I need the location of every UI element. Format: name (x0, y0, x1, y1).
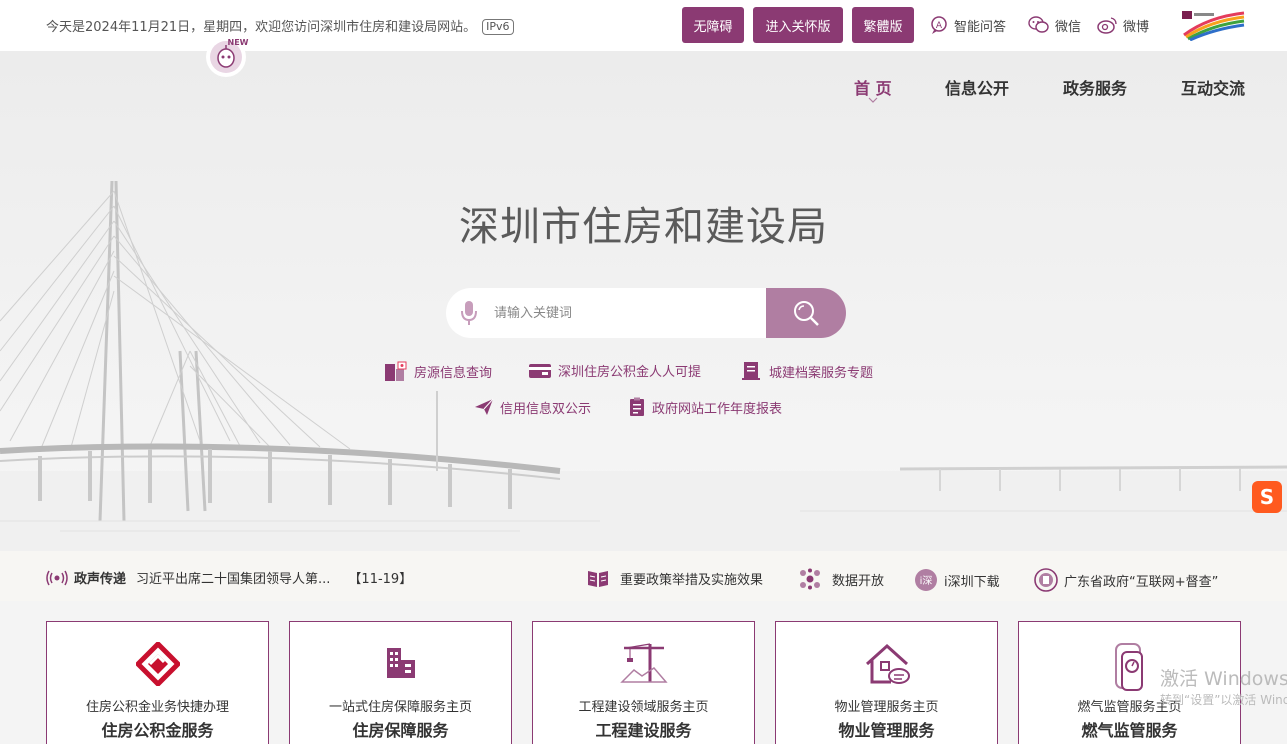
search-bar (446, 288, 846, 338)
windows-activation-hint: 转到“设置”以激活 Windows。 (1160, 693, 1287, 707)
card-sub: 一站式住房保障服务主页 (328, 700, 472, 715)
care-mode-button[interactable]: 进入关怀版 (753, 7, 843, 43)
house-chat-icon (865, 643, 910, 684)
new-badge: NEW (228, 38, 249, 47)
news-date: 【11-19】 (348, 572, 413, 587)
card-property-management[interactable]: 物业管理服务主页 物业管理服务 (775, 621, 998, 744)
card-housing-security[interactable]: 一站式住房保障服务主页 住房保障服务 (289, 621, 512, 744)
archives-label: 城建档案服务专题 (769, 365, 874, 381)
i-shenzhen-download-label: i深圳下载 (944, 574, 1000, 590)
provident-fund-withdraw-label: 深圳住房公积金人人可提 (558, 365, 702, 380)
chevron-down-icon (868, 97, 878, 103)
search-input[interactable] (494, 288, 764, 338)
card-title: 物业管理服务 (838, 721, 935, 740)
annual-report-label: 政府网站工作年度报表 (652, 401, 783, 417)
card-sub: 工程建设领域服务主页 (578, 700, 709, 715)
robot-assistant-icon[interactable]: NEW (204, 34, 252, 78)
open-data-link[interactable]: 数据开放 (798, 568, 884, 590)
site-title: 深圳市住房和建设局 (459, 204, 828, 250)
traditional-chinese-button[interactable]: 繁體版 (852, 7, 914, 43)
windows-activation-watermark: 激活 Windows (1160, 668, 1287, 690)
housing-search-label: 房源信息查询 (414, 365, 493, 381)
smart-qa-link[interactable]: A 智能问答 (929, 15, 1006, 35)
broadcast-icon (46, 570, 68, 585)
nav-interaction[interactable]: 互动交流 (1181, 75, 1245, 99)
paper-plane-icon (475, 398, 494, 415)
policy-effects-link[interactable]: 重要政策举措及实施效果 (586, 568, 763, 588)
building-icon (385, 361, 407, 381)
supervision-seal-icon (1034, 568, 1058, 592)
weibo-icon (1097, 17, 1117, 34)
internet-supervision-label: 广东省政府“互联网+督查” (1064, 574, 1219, 590)
apartment-icon (386, 648, 415, 678)
card-icon (529, 363, 551, 378)
nav-info-disclosure[interactable]: 信息公开 (945, 75, 1009, 99)
data-cluster-icon (800, 568, 820, 590)
internet-supervision-link[interactable]: 广东省政府“互联网+督查” (1034, 568, 1218, 592)
card-provident-fund[interactable]: 住房公积金业务快捷办理 住房公积金服务 (46, 621, 269, 744)
wechat-label: 微信 (1055, 19, 1082, 35)
wechat-icon (1028, 16, 1049, 33)
card-title: 住房保障服务 (352, 721, 449, 740)
provident-fund-icon (135, 642, 180, 686)
news-ticker[interactable]: 政声传递 习近平出席二十国集团领导人第... 【11-19】 (46, 568, 412, 587)
i-shenzhen-app-icon-text: i深 (920, 575, 933, 587)
provident-fund-withdraw-link[interactable]: 深圳住房公积金人人可提 (528, 361, 701, 380)
book-icon (588, 571, 608, 587)
weibo-link[interactable]: 微博 (1096, 15, 1149, 35)
sogou-ime-icon[interactable]: S (1252, 481, 1282, 513)
housing-search-link[interactable]: 房源信息查询 (384, 361, 492, 381)
i-shenzhen-app-icon: i深 (915, 569, 937, 591)
search-button[interactable] (766, 288, 846, 338)
card-title: 工程建设服务 (595, 721, 692, 740)
archives-link[interactable]: 城建档案服务专题 (741, 361, 873, 381)
shenzhen-logo-icon[interactable] (1178, 9, 1248, 41)
service-cards: 住房公积金业务快捷办理 住房公积金服务 一站式住房保障服务主页 住房保障服务 工… (0, 601, 1287, 744)
report-icon (630, 397, 644, 416)
credit-info-link[interactable]: 信用信息双公示 (474, 397, 591, 417)
archive-icon (742, 362, 760, 380)
news-label: 政声传递 (74, 572, 127, 587)
card-sub: 物业管理服务主页 (834, 700, 939, 715)
welcome-text: 今天是2024年11月21日，星期四，欢迎您访问深圳市住房和建设局网站。 IPv6 (46, 16, 514, 35)
smart-qa-icon: A (931, 16, 947, 34)
news-strip: 政声传递 习近平出席二十国集团领导人第... 【11-19】 重要政策举措及实施… (0, 551, 1287, 601)
open-data-label: 数据开放 (832, 573, 885, 589)
nav-home[interactable]: 首 页 (854, 75, 892, 99)
card-title: 住房公积金服务 (101, 721, 214, 740)
card-sub: 住房公积金业务快捷办理 (85, 700, 229, 715)
gas-meter-icon (1114, 643, 1143, 691)
search-icon (794, 301, 819, 326)
wechat-link[interactable]: 微信 (1028, 15, 1081, 35)
policy-effects-label: 重要政策举措及实施效果 (620, 572, 764, 588)
nav-gov-services[interactable]: 政务服务 (1063, 75, 1127, 99)
welcome-message: 今天是2024年11月21日，星期四，欢迎您访问深圳市住房和建设局网站。 (46, 20, 477, 35)
tower-crane-icon (619, 643, 668, 683)
card-title: 燃气监管服务 (1081, 721, 1178, 740)
annual-report-link[interactable]: 政府网站工作年度报表 (628, 397, 782, 417)
i-shenzhen-download-link[interactable]: i深 i深圳下载 (914, 568, 1000, 592)
weibo-label: 微博 (1123, 19, 1150, 35)
top-bar: 今天是2024年11月21日，星期四，欢迎您访问深圳市住房和建设局网站。 IPv6… (0, 0, 1287, 51)
accessibility-button[interactable]: 无障碍 (682, 7, 744, 43)
smart-qa-label: 智能问答 (954, 19, 1007, 35)
credit-info-label: 信用信息双公示 (500, 401, 592, 417)
hero-banner: 深圳市住房和建设局 房源信息查询 深圳住房公积金人人可提 城建档案服务专题 信用… (0, 51, 1287, 551)
card-engineering[interactable]: 工程建设领域服务主页 工程建设服务 (532, 621, 755, 744)
svg-text:A: A (936, 21, 943, 31)
news-headline[interactable]: 习近平出席二十国集团领导人第... (136, 568, 330, 587)
ipv6-badge: IPv6 (482, 19, 514, 35)
microphone-icon[interactable] (460, 299, 478, 327)
